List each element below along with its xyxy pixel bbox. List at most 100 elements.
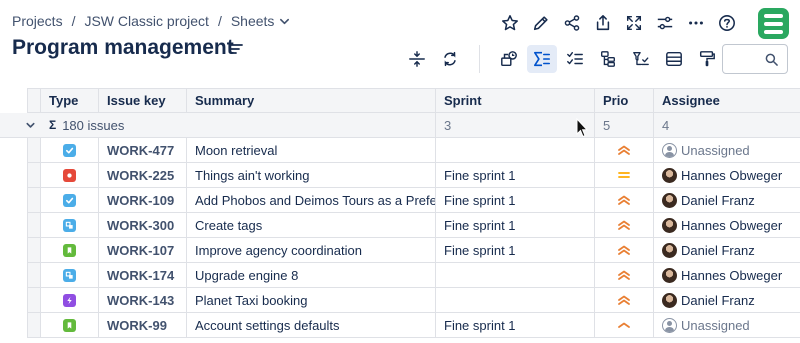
issue-sprint[interactable]: Fine sprint 1 (436, 213, 595, 238)
avatar (662, 292, 677, 308)
column-header-issue-key[interactable]: Issue key (99, 88, 187, 113)
priority-cell[interactable] (595, 188, 654, 213)
column-header-summary[interactable]: Summary (187, 88, 436, 113)
issue-summary[interactable]: Planet Taxi booking (187, 288, 436, 313)
assignee-cell[interactable]: Daniel Franz (654, 238, 800, 263)
row-gutter (27, 213, 41, 238)
title-menu-icon[interactable] (230, 42, 244, 56)
format-painter-icon[interactable] (692, 45, 722, 73)
assignee-name: Daniel Franz (681, 242, 755, 258)
assignee-cell[interactable]: Hannes Obweger (654, 213, 800, 238)
help-icon[interactable] (711, 10, 742, 36)
column-header-sprint[interactable]: Sprint (436, 88, 595, 113)
star-icon[interactable] (494, 10, 525, 36)
sheet-toolbar (402, 45, 725, 73)
priority-high-icon (617, 194, 631, 206)
issue-sprint[interactable]: Fine sprint 1 (436, 313, 595, 338)
issue-sprint[interactable] (436, 263, 595, 288)
issue-key-link[interactable]: WORK-300 (99, 213, 187, 238)
column-header-assignee[interactable]: Assignee (654, 88, 800, 113)
assignee-cell[interactable]: Unassigned (654, 313, 800, 338)
sum-icon[interactable] (527, 45, 557, 73)
issue-key-link[interactable]: WORK-225 (99, 163, 187, 188)
epic-type-icon (63, 293, 76, 307)
chevron-down-icon[interactable] (279, 16, 290, 27)
priority-cell[interactable] (595, 288, 654, 313)
breadcrumb-project[interactable]: JSW Classic project (84, 13, 208, 29)
row-gutter (27, 263, 41, 288)
assignee-cell[interactable]: Daniel Franz (654, 288, 800, 313)
story-type-icon (63, 318, 76, 332)
issue-sprint[interactable]: Fine sprint 1 (436, 238, 595, 263)
issue-summary[interactable]: Account settings defaults (187, 313, 436, 338)
table-row[interactable]: WORK-99 Account settings defaults Fine spr… (0, 313, 800, 338)
priority-cell[interactable] (595, 213, 654, 238)
priority-cell[interactable] (595, 263, 654, 288)
assignee-cell[interactable]: Hannes Obweger (654, 263, 800, 288)
breadcrumb-sheets[interactable]: Sheets (231, 13, 275, 29)
table-row[interactable]: WORK-174 Upgrade engine 8 Hannes Obweger (0, 263, 800, 288)
column-header-type[interactable]: Type (41, 88, 99, 113)
table-row[interactable]: WORK-107 Improve agency coordination Fine … (0, 238, 800, 263)
issues-grid: Type Issue key Summary Sprint Prio Assig… (0, 88, 800, 343)
priority-high-icon (617, 294, 631, 306)
issue-key-link[interactable]: WORK-143 (99, 288, 187, 313)
breadcrumb-projects[interactable]: Projects (12, 13, 63, 29)
issue-sprint[interactable] (436, 138, 595, 163)
priority-cell[interactable] (595, 238, 654, 263)
issue-key-link[interactable]: WORK-107 (99, 238, 187, 263)
checklist-icon[interactable] (560, 45, 590, 73)
assignee-cell[interactable]: Unassigned (654, 138, 800, 163)
issue-key-link[interactable]: WORK-174 (99, 263, 187, 288)
assignee-name: Hannes Obweger (681, 167, 783, 183)
grid-header-row: Type Issue key Summary Sprint Prio Assig… (0, 88, 800, 113)
fullscreen-icon[interactable] (618, 10, 649, 36)
issue-summary[interactable]: Upgrade engine 8 (187, 263, 436, 288)
priority-cell[interactable] (595, 138, 654, 163)
table-row[interactable]: WORK-300 Create tags Fine sprint 1 Hannes O… (0, 213, 800, 238)
chevron-down-icon[interactable] (25, 120, 36, 131)
priority-high-icon (617, 244, 631, 256)
table-row[interactable]: WORK-477 Moon retrieval Unassigned (0, 138, 800, 163)
top-action-bar (494, 10, 742, 36)
issue-sprint[interactable]: Fine sprint 1 (436, 163, 595, 188)
issue-summary[interactable]: Improve agency coordination (187, 238, 436, 263)
assignee-cell[interactable]: Daniel Franz (654, 188, 800, 213)
avatar (662, 217, 677, 233)
filter-tree-icon[interactable] (626, 45, 656, 73)
table-row[interactable]: WORK-109 Add Phobos and Deimos Tours as a… (0, 188, 800, 213)
issue-summary[interactable]: Things ain't working (187, 163, 436, 188)
issue-key-link[interactable]: WORK-109 (99, 188, 187, 213)
export-icon[interactable] (587, 10, 618, 36)
share-icon[interactable] (556, 10, 587, 36)
priority-cell[interactable] (595, 313, 654, 338)
pencil-icon[interactable] (525, 10, 556, 36)
refresh-icon[interactable] (435, 45, 465, 73)
hierarchy-icon[interactable] (593, 45, 623, 73)
issue-key-link[interactable]: WORK-477 (99, 138, 187, 163)
issue-key-link[interactable]: WORK-99 (99, 313, 187, 338)
issue-sprint[interactable] (436, 288, 595, 313)
column-header-prio[interactable]: Prio (595, 88, 654, 113)
rows-icon[interactable] (659, 45, 689, 73)
table-row[interactable]: WORK-143 Planet Taxi booking Daniel Franz (0, 288, 800, 313)
story-type-icon (63, 243, 76, 257)
table-row[interactable]: WORK-225 Things ain't working Fine sprint … (0, 163, 800, 188)
row-height-icon[interactable] (402, 45, 432, 73)
avatar (662, 242, 677, 258)
settings-sliders-icon[interactable] (649, 10, 680, 36)
structure-icon[interactable] (494, 45, 524, 73)
issue-sprint[interactable]: Fine sprint 1 (436, 188, 595, 213)
row-gutter (27, 88, 41, 113)
breadcrumb: Projects / JSW Classic project / Sheets (12, 13, 290, 29)
app-logo-icon[interactable] (758, 8, 789, 39)
summary-issue-count: 180 issues (62, 117, 125, 133)
issue-summary[interactable]: Moon retrieval (187, 138, 436, 163)
search-input[interactable] (722, 44, 788, 74)
row-gutter (27, 188, 41, 213)
more-icon[interactable] (680, 10, 711, 36)
priority-cell[interactable] (595, 163, 654, 188)
issue-summary[interactable]: Add Phobos and Deimos Tours as a Prefe… (187, 188, 436, 213)
assignee-cell[interactable]: Hannes Obweger (654, 163, 800, 188)
issue-summary[interactable]: Create tags (187, 213, 436, 238)
